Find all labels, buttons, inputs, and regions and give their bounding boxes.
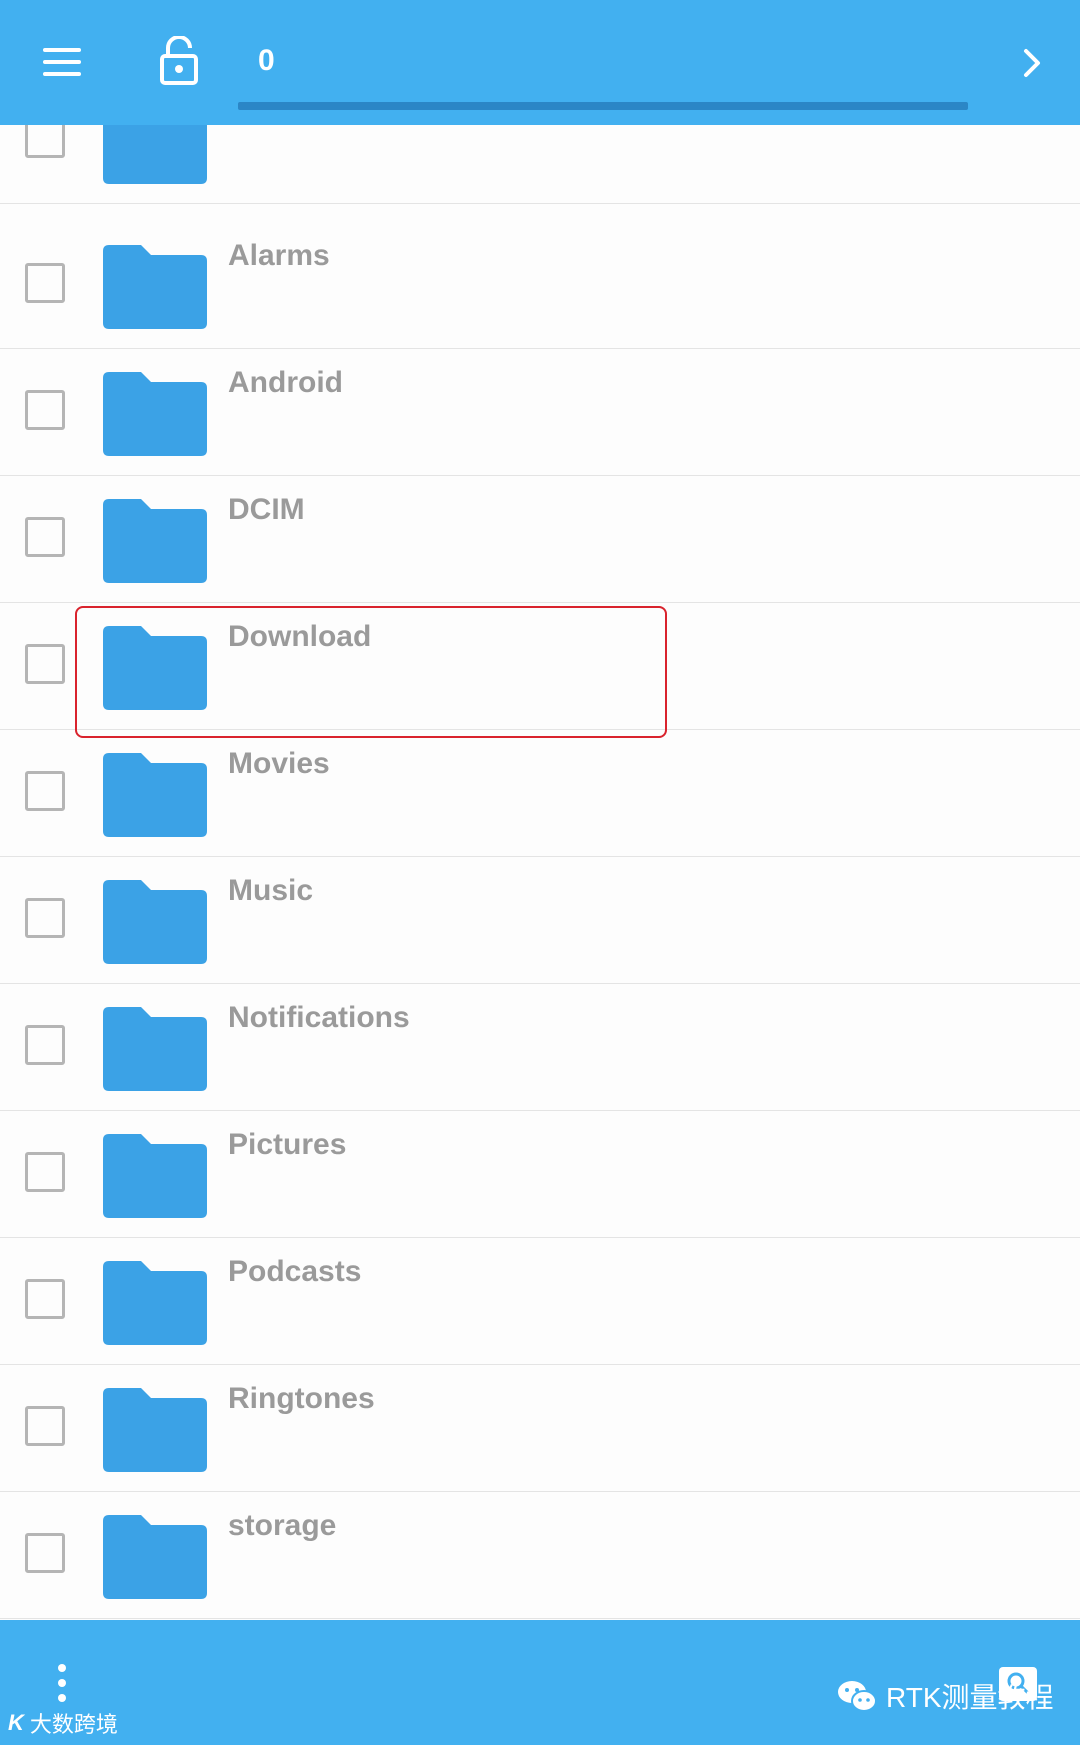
- folder-icon: [103, 125, 207, 184]
- checkbox[interactable]: [25, 1152, 65, 1192]
- folder-name: storage: [228, 1509, 337, 1542]
- folder-name: Android: [228, 366, 343, 399]
- folder-icon: [103, 753, 207, 837]
- folder-icon: [103, 1007, 207, 1091]
- more-vert-icon[interactable]: [52, 1664, 72, 1704]
- folder-row[interactable]: storage: [0, 1491, 1080, 1619]
- folder-row[interactable]: DCIM: [0, 475, 1080, 603]
- folder-icon: [103, 372, 207, 456]
- watermark-right: RTK测量教程: [836, 1676, 1054, 1716]
- checkbox[interactable]: [25, 898, 65, 938]
- checkbox[interactable]: [25, 390, 65, 430]
- path-counter: 0: [258, 44, 275, 77]
- folder-row[interactable]: Android: [0, 348, 1080, 476]
- folder-row[interactable]: Pictures: [0, 1110, 1080, 1238]
- checkbox[interactable]: [25, 644, 65, 684]
- folder-icon: [103, 626, 207, 710]
- folder-row[interactable]: Notifications: [0, 983, 1080, 1111]
- folder-row[interactable]: Movies: [0, 729, 1080, 857]
- checkbox[interactable]: [25, 263, 65, 303]
- checkbox[interactable]: [25, 1279, 65, 1319]
- path-underline: [238, 102, 968, 110]
- folder-name: Podcasts: [228, 1255, 362, 1288]
- wechat-icon: [838, 1681, 877, 1712]
- watermark-logo: K: [8, 1710, 24, 1735]
- folder-row[interactable]: [0, 125, 1080, 204]
- folder-name: Pictures: [228, 1128, 347, 1161]
- folder-name: Music: [228, 874, 314, 907]
- checkbox[interactable]: [25, 1533, 65, 1573]
- folder-name: Download: [228, 620, 372, 653]
- folder-name: Movies: [228, 747, 330, 780]
- chevron-right-icon[interactable]: [1018, 45, 1048, 81]
- folder-icon: [103, 880, 207, 964]
- folder-icon: [103, 1134, 207, 1218]
- folder-name: Ringtones: [228, 1382, 375, 1415]
- checkbox[interactable]: [25, 1025, 65, 1065]
- folder-icon: [103, 499, 207, 583]
- folder-icon: [103, 1261, 207, 1345]
- folder-list: Alarms Android DCIM Download Movies Musi: [0, 125, 1080, 1620]
- folder-name: Alarms: [228, 239, 330, 272]
- checkbox[interactable]: [25, 771, 65, 811]
- folder-row[interactable]: Podcasts: [0, 1237, 1080, 1365]
- watermark-left: K 大数跨境: [8, 1707, 118, 1739]
- menu-icon[interactable]: [40, 45, 84, 79]
- folder-icon: [103, 245, 207, 329]
- checkbox[interactable]: [25, 1406, 65, 1446]
- folder-row[interactable]: Download: [0, 602, 1080, 730]
- watermark-left-text: 大数跨境: [29, 1712, 118, 1737]
- checkbox[interactable]: [25, 125, 65, 158]
- watermark-right-text: RTK测量教程: [886, 1682, 1054, 1713]
- folder-name: Notifications: [228, 1001, 410, 1034]
- folder-row[interactable]: Ringtones: [0, 1364, 1080, 1492]
- folder-icon: [103, 1515, 207, 1599]
- folder-icon: [103, 1388, 207, 1472]
- unlock-icon[interactable]: [158, 36, 202, 86]
- folder-name: DCIM: [228, 493, 305, 526]
- checkbox[interactable]: [25, 517, 65, 557]
- top-app-bar: 0: [0, 0, 1080, 125]
- folder-row[interactable]: Alarms: [0, 221, 1080, 349]
- folder-row[interactable]: Music: [0, 856, 1080, 984]
